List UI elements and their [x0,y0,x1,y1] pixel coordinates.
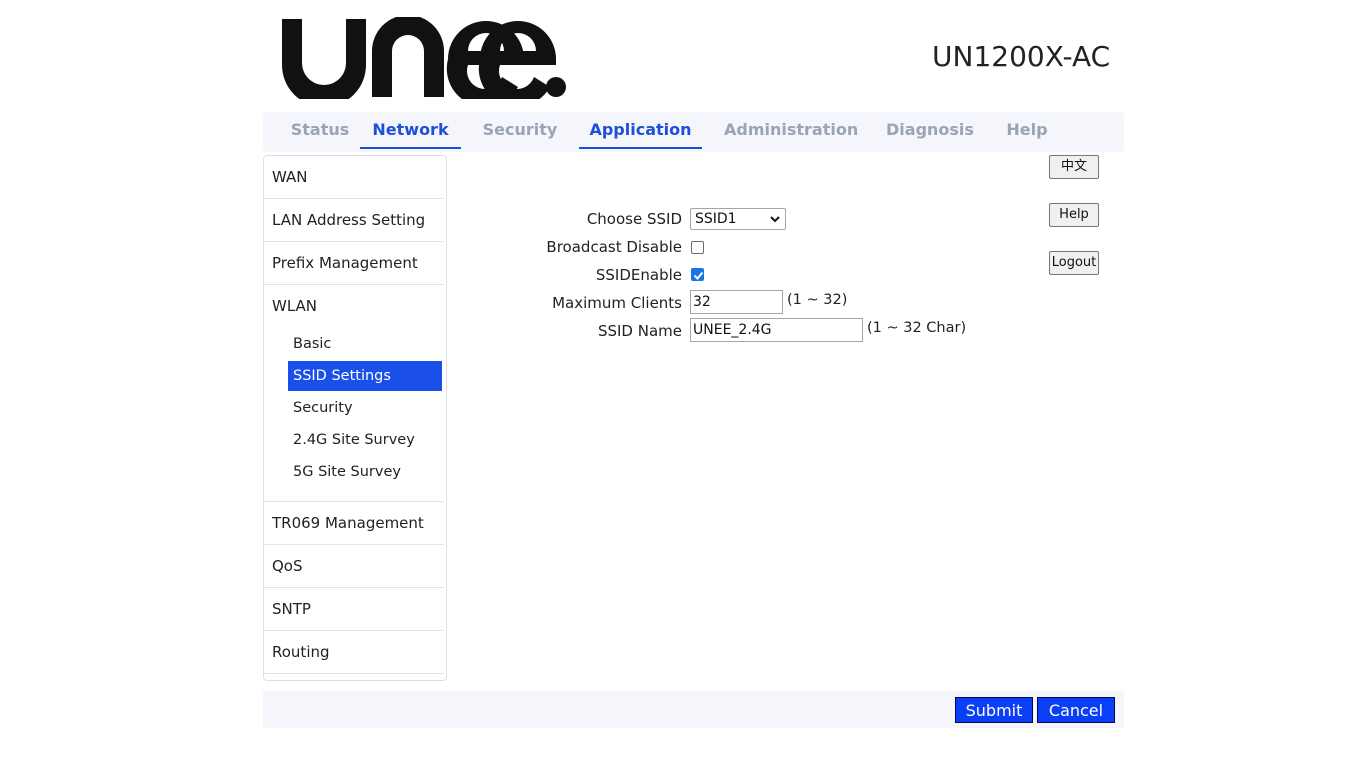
sidebar-item-qos[interactable]: QoS [264,545,444,588]
sidebar-item-tr069-management[interactable]: TR069 Management [264,502,444,545]
ssid-enable-label: SSIDEnable [595,266,682,284]
checkmark-icon [693,271,704,280]
tab-administration[interactable]: Administration [724,112,858,147]
sidebar-subitem-24g-site-survey[interactable]: 2.4G Site Survey [288,425,442,455]
choose-ssid-label: Choose SSID [586,210,682,228]
unee-logo [282,17,566,99]
sidebar-subitem-basic[interactable]: Basic [288,329,442,359]
tab-help[interactable]: Help [1003,112,1051,147]
choose-ssid-select[interactable]: SSID1 [690,208,786,230]
tab-status[interactable]: Status [284,112,356,147]
chevron-down-icon [770,216,780,223]
sidebar-item-sntp[interactable]: SNTP [264,588,444,631]
help-button[interactable]: Help [1049,203,1099,227]
sidebar-item-lan-address-setting[interactable]: LAN Address Setting [264,199,444,242]
ssid-name-input[interactable]: UNEE_2.4G [690,318,863,342]
language-button[interactable]: 中文 [1049,155,1099,179]
sidebar-subitem-security[interactable]: Security [288,393,442,423]
sidebar: WAN LAN Address Setting Prefix Managemen… [263,155,447,681]
tab-security[interactable]: Security [482,112,558,147]
top-nav: Status Network Security Application Admi… [263,112,1124,152]
sidebar-item-prefix-management[interactable]: Prefix Management [264,242,444,285]
sidebar-item-wan[interactable]: WAN [264,156,444,199]
model-name: UN1200X-AC [932,40,1111,73]
broadcast-disable-label: Broadcast Disable [546,238,682,256]
maximum-clients-label: Maximum Clients [552,294,682,312]
tab-application[interactable]: Application [579,112,702,149]
cancel-button[interactable]: Cancel [1037,697,1115,723]
sidebar-item-routing[interactable]: Routing [264,631,444,674]
tab-diagnosis[interactable]: Diagnosis [886,112,974,147]
sidebar-subitem-ssid-settings[interactable]: SSID Settings [288,361,442,391]
maximum-clients-input[interactable]: 32 [690,290,783,314]
logout-button[interactable]: Logout [1049,251,1099,275]
sidebar-item-wlan[interactable]: WLAN [264,285,446,327]
ssid-enable-checkbox[interactable] [691,268,704,281]
ssid-name-label: SSID Name [597,322,682,340]
submit-button[interactable]: Submit [955,697,1033,723]
tab-network[interactable]: Network [360,112,461,149]
ssid-name-hint: (1 ~ 32 Char) [867,320,967,336]
wlan-submenu: Basic SSID Settings Security 2.4G Site S… [264,327,444,502]
sidebar-subitem-5g-site-survey[interactable]: 5G Site Survey [288,457,442,487]
choose-ssid-value: SSID1 [695,211,737,227]
broadcast-disable-checkbox[interactable] [691,241,704,254]
maximum-clients-hint: (1 ~ 32) [787,292,848,308]
